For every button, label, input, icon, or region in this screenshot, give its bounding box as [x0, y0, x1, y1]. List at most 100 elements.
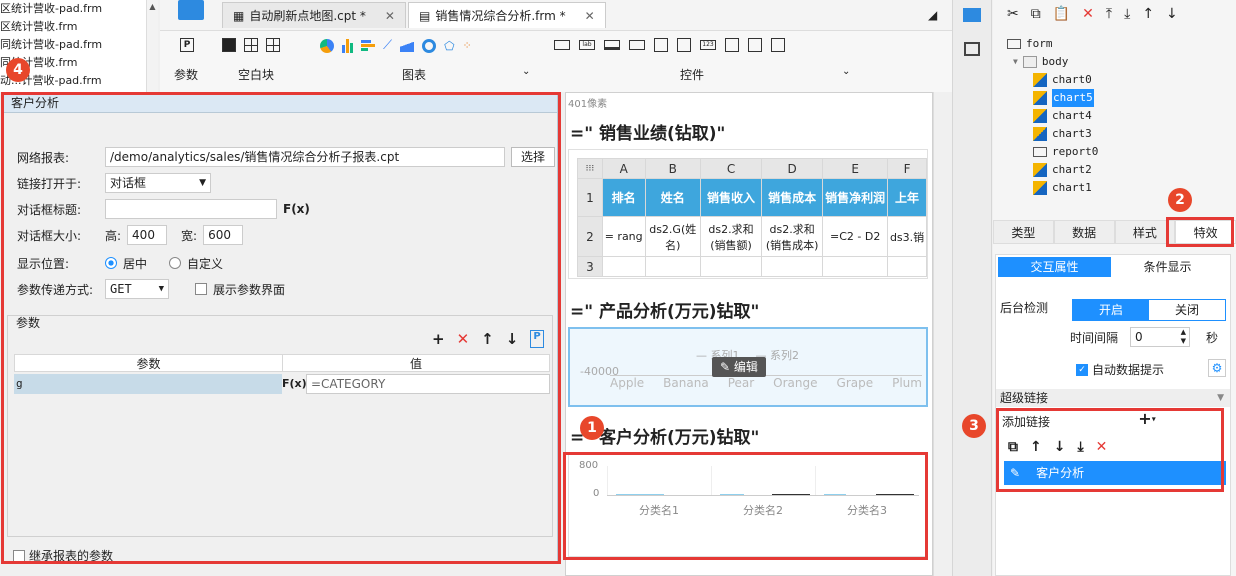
table-cell[interactable]: 销售收入 — [699, 178, 763, 217]
table-cell[interactable]: 销售净利润 — [822, 178, 889, 217]
copy-icon[interactable]: ⧉ — [1031, 6, 1041, 22]
radio-center[interactable] — [105, 257, 117, 269]
paste-icon[interactable]: 📋 — [1053, 6, 1070, 22]
table-cell[interactable]: ds2.G(姓名) — [644, 216, 701, 257]
widget-toggle-icon[interactable] — [178, 0, 204, 20]
component-tree-icon[interactable] — [963, 8, 981, 22]
delete-icon[interactable]: ✕ — [1096, 439, 1108, 455]
auto-tip-checkbox[interactable]: ✓ — [1076, 363, 1088, 376]
label-icon[interactable]: lab — [579, 40, 595, 50]
table-cell[interactable]: ds2.求和(销售成本) — [761, 216, 824, 257]
table-row[interactable]: g F(x) =CATEGORY — [14, 374, 550, 394]
radio-custom[interactable] — [169, 257, 182, 269]
param-name-cell[interactable]: g — [14, 374, 282, 394]
absolute-layout-icon[interactable] — [222, 38, 236, 52]
close-icon[interactable]: ✕ — [385, 9, 395, 23]
grid-layout-icon[interactable] — [244, 38, 258, 52]
formula-icon[interactable]: F(x) — [283, 202, 310, 216]
backend-toggle[interactable]: 开启 关闭 — [1072, 299, 1226, 321]
chart-product-frame[interactable]: — 系列1 — 系列2 -40000 Apple Banana Pear Orange… — [568, 327, 928, 407]
move-top-icon[interactable]: ⤒ — [1106, 6, 1112, 22]
cut-icon[interactable]: ✂ — [1007, 6, 1019, 22]
edit-button[interactable]: ✎ 编辑 — [712, 357, 766, 377]
table-layout-icon[interactable] — [266, 38, 280, 52]
file-item[interactable]: 区统计营收-pad.frm — [0, 0, 157, 18]
arrow-up-icon[interactable]: ↑ — [1030, 439, 1042, 455]
tab-menu-icon[interactable]: ◢ — [928, 8, 937, 22]
tree-item-form[interactable]: form — [1007, 35, 1098, 53]
arrow-up-icon[interactable]: ↑ — [1142, 6, 1154, 22]
add-link-button[interactable]: +▾ — [1072, 411, 1222, 429]
param-icon[interactable]: P — [180, 38, 194, 52]
checkbox-group-icon[interactable] — [748, 38, 762, 52]
on-option[interactable]: 开启 — [1073, 300, 1149, 320]
chart-customer-frame[interactable]: 800 0 分类名1 分类名2 分类名3 — [568, 453, 928, 557]
table-cell[interactable]: ds3.销 — [887, 216, 927, 257]
table-cell[interactable]: 姓名 — [644, 178, 701, 217]
delete-icon[interactable]: ✕ — [1082, 6, 1094, 22]
close-icon[interactable]: ✕ — [585, 9, 595, 23]
tab-data[interactable]: 数据 — [1053, 220, 1115, 244]
chevron-down-icon[interactable]: ▼ — [1217, 389, 1224, 407]
number-icon[interactable]: 123 — [700, 40, 716, 50]
open-in-select[interactable]: 对话框 ▼ — [105, 173, 211, 193]
pie-chart-icon[interactable] — [320, 38, 334, 53]
select-button[interactable]: 选择 — [511, 147, 555, 167]
scroll-up-icon[interactable]: ▲ — [147, 2, 158, 11]
line-chart-icon[interactable]: ⟋ — [383, 38, 392, 53]
inherit-checkbox[interactable] — [13, 549, 25, 562]
table-cell[interactable] — [699, 256, 763, 277]
table-cell[interactable]: = rang — [601, 216, 646, 257]
area-chart-icon[interactable] — [400, 39, 415, 52]
file-item[interactable]: 区统计营收.frm — [0, 18, 157, 36]
arrow-up-icon[interactable]: ↑ — [481, 330, 494, 348]
table-cell[interactable] — [761, 256, 824, 277]
table-cell[interactable] — [644, 256, 701, 277]
table-cell[interactable]: 排名 — [601, 178, 646, 217]
title-product[interactable]: =" 产品分析(万元)钻取" — [570, 297, 759, 322]
layout-icon[interactable] — [964, 42, 980, 56]
bar-chart-icon[interactable] — [342, 38, 353, 53]
tree-item-chart5[interactable]: chart5 — [1007, 89, 1098, 107]
table-cell[interactable]: 销售成本 — [761, 178, 824, 217]
param-import-icon[interactable]: P — [530, 330, 544, 348]
copy-icon[interactable]: ⧉ — [1008, 439, 1018, 455]
tree-item-chart1[interactable]: chart1 — [1007, 179, 1098, 197]
tree-item-chart0[interactable]: chart0 — [1007, 71, 1098, 89]
arrow-down-icon[interactable]: ↓ — [506, 330, 519, 348]
table-cell[interactable]: =C2 - D2 — [822, 216, 889, 257]
radar-chart-icon[interactable]: ⬠ — [444, 39, 454, 53]
collapse-icon[interactable]: ▼ — [1013, 53, 1018, 71]
tab-map[interactable]: ▦ 自动刷新点地图.cpt * ✕ — [222, 2, 406, 28]
table-cell[interactable] — [822, 256, 889, 277]
button-icon[interactable] — [604, 40, 620, 50]
arrow-down-icon[interactable]: ↓ — [1054, 439, 1066, 455]
height-input[interactable]: 400 — [127, 225, 168, 245]
dropdown-icon[interactable] — [629, 40, 645, 50]
canvas-scrollbar[interactable] — [933, 92, 947, 576]
tree-icon[interactable] — [725, 38, 739, 52]
tab-style[interactable]: 样式 — [1114, 220, 1176, 244]
date-icon[interactable] — [677, 38, 691, 52]
move-bottom-icon[interactable]: ⤓ — [1077, 439, 1083, 455]
table-cell[interactable] — [601, 256, 646, 277]
tree-item-body[interactable]: ▼ body — [1007, 53, 1098, 71]
chevron-down-icon[interactable]: ⌄ — [842, 66, 850, 77]
tree-item-chart2[interactable]: chart2 — [1007, 161, 1098, 179]
hbar-chart-icon[interactable] — [361, 40, 375, 51]
delete-icon[interactable]: ✕ — [457, 330, 470, 348]
scatter-chart-icon[interactable]: ⁘ — [463, 39, 472, 52]
gauge-chart-icon[interactable] — [422, 38, 437, 53]
chevron-down-icon[interactable]: ⌄ — [522, 66, 530, 77]
move-bottom-icon[interactable]: ⤓ — [1124, 6, 1130, 22]
gear-icon[interactable]: ⚙ — [1208, 359, 1226, 377]
tree-item-report0[interactable]: report0 — [1007, 143, 1098, 161]
tab-type[interactable]: 类型 — [993, 220, 1054, 244]
title-sales[interactable]: =" 销售业绩(钻取)" — [570, 119, 725, 144]
tab-effects[interactable]: 特效 — [1175, 220, 1236, 244]
web-report-input[interactable]: /demo/analytics/sales/销售情况综合分析子报表.cpt — [105, 147, 505, 167]
table-cell[interactable]: ds2.求和(销售额) — [699, 216, 763, 257]
link-item[interactable]: ✎ 客户分析 — [1004, 461, 1226, 485]
formula-icon[interactable]: F(x) — [282, 374, 307, 394]
tree-item-chart4[interactable]: chart4 — [1007, 107, 1098, 125]
